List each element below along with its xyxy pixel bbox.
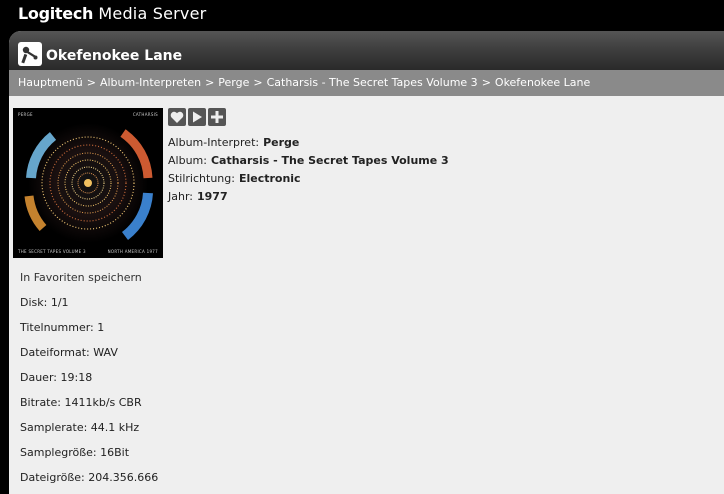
breadcrumb-separator: > xyxy=(253,76,263,89)
detail-label: Samplerate: xyxy=(20,421,88,434)
title-bar: Okefenokee Lane xyxy=(9,31,724,70)
track-metadata: Album-Interpret: Perge Album: Catharsis - … xyxy=(168,136,449,208)
genre-link[interactable]: Electronic xyxy=(239,172,301,185)
cover-text-artist: PERGE xyxy=(18,112,33,117)
detail-value: 1 xyxy=(97,321,105,334)
detail-value: 204.356.666 xyxy=(88,471,159,484)
detail-value: WAV xyxy=(93,346,118,359)
breadcrumb-trail: Hauptmenü > Album-Interpreten > Perge > Cathar… xyxy=(18,76,590,89)
album-cover[interactable]: PERGE CATHARSIS THE SECRET TAPES VOLUME … xyxy=(13,108,163,258)
detail-value: 44.1 kHz xyxy=(90,421,140,434)
album-artist-link[interactable]: Perge xyxy=(263,136,299,149)
meta-year: Jahr: 1977 xyxy=(168,190,449,208)
breadcrumb-artist[interactable]: Perge xyxy=(218,76,249,89)
play-button[interactable] xyxy=(188,108,206,126)
detail-value: 16Bit xyxy=(100,446,130,459)
heart-icon xyxy=(170,111,184,123)
detail-bitrate: Bitrate: 1411kb/s CBR xyxy=(20,396,158,421)
detail-label: Bitrate: xyxy=(20,396,61,409)
meta-label: Stilrichtung: xyxy=(168,172,235,185)
cover-text-album: CATHARSIS xyxy=(132,112,158,117)
breadcrumb-home[interactable]: Hauptmenü xyxy=(18,76,83,89)
save-to-favorites-link[interactable]: In Favoriten speichern xyxy=(20,271,142,284)
track-details: Disk: 1/1 Titelnummer: 1 Dateiformat: WA… xyxy=(20,296,158,494)
meta-genre: Stilrichtung: Electronic xyxy=(168,172,449,190)
detail-label: Dauer: xyxy=(20,371,57,384)
breadcrumb-current-track[interactable]: Okefenokee Lane xyxy=(495,76,590,89)
detail-file-format: Dateiformat: WAV xyxy=(20,346,158,371)
play-icon xyxy=(193,111,202,123)
album-cover-art xyxy=(13,108,163,258)
brand-name: Logitech xyxy=(18,4,94,23)
meta-album: Album: Catharsis - The Secret Tapes Volum… xyxy=(168,154,449,172)
breadcrumb-separator: > xyxy=(481,76,491,89)
detail-value: 1411kb/s CBR xyxy=(64,396,142,409)
meta-album-artist: Album-Interpret: Perge xyxy=(168,136,449,154)
detail-label: Titelnummer: xyxy=(20,321,94,334)
detail-label: Samplegröße: xyxy=(20,446,97,459)
detail-label: Dateigröße: xyxy=(20,471,85,484)
meta-label: Album-Interpret: xyxy=(168,136,260,149)
detail-samplesize: Samplegröße: 16Bit xyxy=(20,446,158,471)
year-link[interactable]: 1977 xyxy=(197,190,228,203)
breadcrumb-album[interactable]: Catharsis - The Secret Tapes Volume 3 xyxy=(267,76,478,89)
breadcrumb: Hauptmenü > Album-Interpreten > Perge > Cathar… xyxy=(9,70,724,96)
breadcrumb-album-artists[interactable]: Album-Interpreten xyxy=(100,76,201,89)
plus-icon xyxy=(211,111,223,123)
content-panel: Okefenokee Lane Hauptmenü > Album-Interpre… xyxy=(9,31,724,494)
detail-track-number: Titelnummer: 1 xyxy=(20,321,158,346)
detail-duration: Dauer: 19:18 xyxy=(20,371,158,396)
cover-text-origin: NORTH AMERICA 1977 xyxy=(107,249,158,254)
add-button[interactable] xyxy=(208,108,226,126)
favorite-button[interactable] xyxy=(168,108,186,126)
meta-label: Album: xyxy=(168,154,207,167)
app-header: Logitech Media Server xyxy=(0,0,724,31)
cover-text-subtitle: THE SECRET TAPES VOLUME 3 xyxy=(18,249,86,254)
detail-value: 19:18 xyxy=(60,371,93,384)
detail-label: Disk: xyxy=(20,296,48,309)
song-info-icon xyxy=(18,42,42,66)
breadcrumb-separator: > xyxy=(86,76,96,89)
page-title: Okefenokee Lane xyxy=(46,48,183,64)
app-logo[interactable]: Logitech Media Server xyxy=(18,4,206,23)
detail-filesize: Dateigröße: 204.356.666 xyxy=(20,471,158,494)
album-link[interactable]: Catharsis - The Secret Tapes Volume 3 xyxy=(211,154,449,167)
detail-disc: Disk: 1/1 xyxy=(20,296,158,321)
detail-label: Dateiformat: xyxy=(20,346,90,359)
breadcrumb-separator: > xyxy=(205,76,215,89)
detail-value: 1/1 xyxy=(50,296,69,309)
detail-samplerate: Samplerate: 44.1 kHz xyxy=(20,421,158,446)
meta-label: Jahr: xyxy=(168,190,193,203)
brand-product: Media Server xyxy=(98,4,207,23)
